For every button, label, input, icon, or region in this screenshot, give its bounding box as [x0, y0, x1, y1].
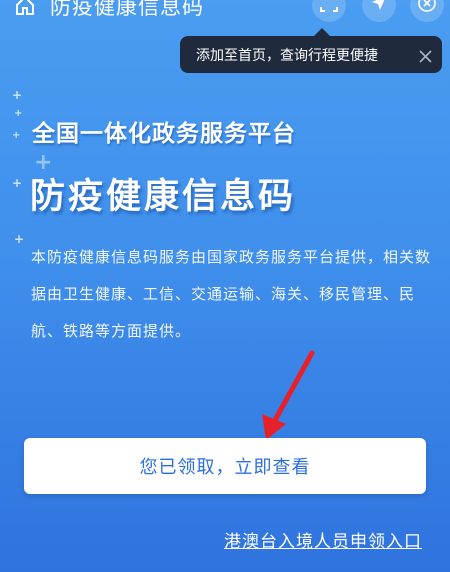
- view-health-code-label: 您已领取，立即查看: [139, 457, 311, 477]
- health-code-title: 防疫健康信息码: [30, 177, 297, 217]
- home-icon[interactable]: [14, 0, 36, 16]
- sparkle-icon: +: [14, 108, 23, 119]
- sparkle-icon: +: [12, 88, 23, 102]
- service-description: 本防疫健康信息码服务由国家政务服务平台提供，相关数据由卫生健康、工信、交通运输、…: [31, 248, 432, 340]
- red-arrow-annotation: [262, 350, 315, 440]
- close-button[interactable]: [410, 0, 444, 22]
- platform-title: 全国一体化政务服务平台: [32, 121, 296, 147]
- sparkle-icon: +: [12, 130, 21, 141]
- tip-text: 添加至首页，查询行程更便捷: [196, 47, 378, 64]
- sparkle-icon: +: [12, 176, 23, 190]
- add-to-home-tip[interactable]: 添加至首页，查询行程更便捷: [180, 28, 442, 73]
- top-bar: 防疫健康信息码: [0, 0, 450, 24]
- hk-macao-taiwan-entry-link[interactable]: 港澳台入境人员申领入口: [224, 527, 422, 552]
- scan-button[interactable]: [312, 0, 346, 22]
- location-icon: [370, 0, 388, 16]
- close-icon: [418, 0, 436, 16]
- view-health-code-button[interactable]: 您已领取，立即查看: [24, 438, 426, 494]
- scan-icon: [319, 0, 339, 17]
- page-title: 防疫健康信息码: [50, 0, 204, 19]
- tip-close-icon[interactable]: [419, 48, 432, 63]
- location-button[interactable]: [362, 0, 396, 22]
- sparkle-icon: +: [14, 232, 25, 246]
